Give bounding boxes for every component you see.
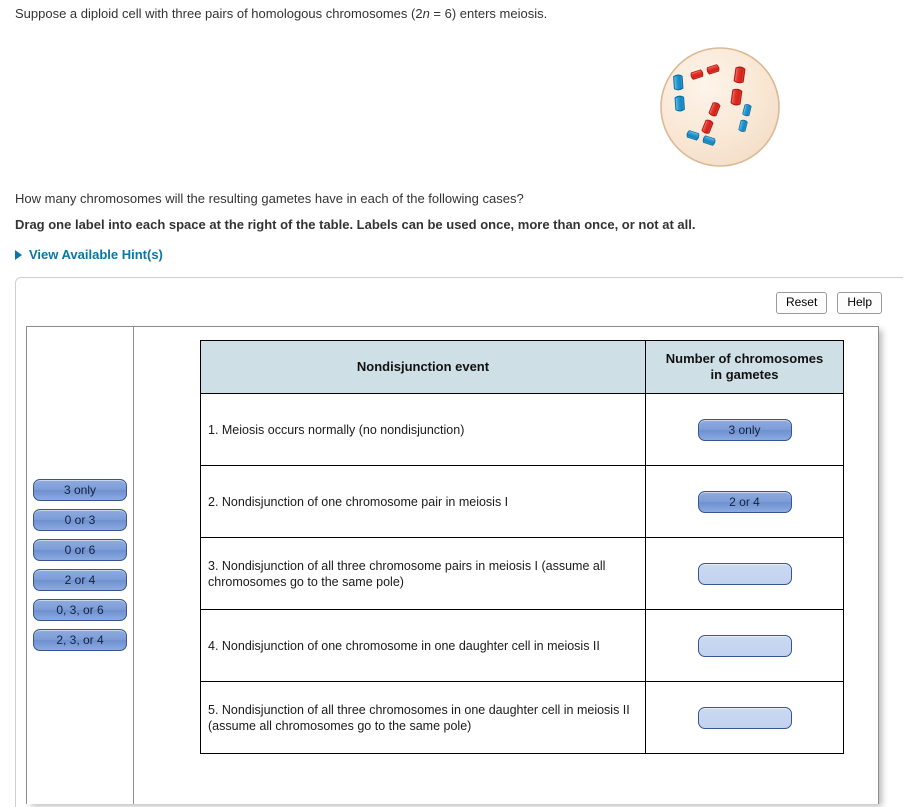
draggable-label-0-3-or-6[interactable]: 0, 3, or 6 <box>33 599 127 621</box>
answer-cell-4 <box>645 609 844 682</box>
diploid-cell-diagram <box>659 46 781 168</box>
event-cell-4: 4. Nondisjunction of one chromosome in o… <box>200 609 646 682</box>
event-cell-5: 5. Nondisjunction of all three chromosom… <box>200 681 646 754</box>
draggable-label-2-or-4[interactable]: 2 or 4 <box>33 569 127 591</box>
prompt-stem: Suppose a diploid cell with three pairs … <box>15 5 875 22</box>
column-header-nondisjunction-event: Nondisjunction event <box>200 340 646 394</box>
event-cell-2: 2. Nondisjunction of one chromosome pair… <box>200 465 646 538</box>
nondisjunction-table: Nondisjunction event Number of chromosom… <box>200 340 844 754</box>
panel-toolbar: Reset Help <box>775 292 882 314</box>
table-row: 2. Nondisjunction of one chromosome pair… <box>200 465 844 538</box>
help-button[interactable]: Help <box>837 292 882 314</box>
drag-drop-work-area: 3 only 0 or 3 0 or 6 2 or 4 0, 3, or 6 2… <box>26 326 879 804</box>
dropzone-3[interactable] <box>697 562 792 585</box>
answer-cell-1: 3 only <box>645 393 844 466</box>
prompt-stem-text-before: Suppose a diploid cell with three pairs … <box>15 6 423 21</box>
column-header-number-of-chromosomes: Number of chromosomes in gametes <box>645 340 844 394</box>
table-row: 5. Nondisjunction of all three chromosom… <box>200 681 844 754</box>
view-available-hints-toggle[interactable]: View Available Hint(s) <box>15 247 163 262</box>
question-text: How many chromosomes will the resulting … <box>15 191 524 206</box>
draggable-label-0-or-6[interactable]: 0 or 6 <box>33 539 127 561</box>
table-row: 1. Meiosis occurs normally (no nondisjun… <box>200 393 844 466</box>
event-cell-3: 3. Nondisjunction of all three chromosom… <box>200 537 646 610</box>
prompt-stem-italic-n: n <box>422 6 430 21</box>
dropzone-2[interactable]: 2 or 4 <box>697 490 792 513</box>
view-available-hints-label: View Available Hint(s) <box>29 247 163 262</box>
label-bank: 3 only 0 or 3 0 or 6 2 or 4 0, 3, or 6 2… <box>27 327 134 804</box>
draggable-label-2-3-or-4[interactable]: 2, 3, or 4 <box>33 629 127 651</box>
column-header-line1: Number of chromosomes <box>665 351 824 366</box>
table-row: 3. Nondisjunction of all three chromosom… <box>200 537 844 610</box>
reset-button[interactable]: Reset <box>775 292 828 314</box>
answer-cell-5 <box>645 681 844 754</box>
table-header-row: Nondisjunction event Number of chromosom… <box>200 340 844 394</box>
answer-cell-3 <box>645 537 844 610</box>
table-region: Nondisjunction event Number of chromosom… <box>135 327 878 804</box>
draggable-label-0-or-3[interactable]: 0 or 3 <box>33 509 127 531</box>
drag-instruction-text: Drag one label into each space at the ri… <box>15 217 696 232</box>
column-header-line2: in gametes <box>710 367 779 382</box>
answer-cell-2: 2 or 4 <box>645 465 844 538</box>
dropzone-4[interactable] <box>697 634 792 657</box>
dropzone-1[interactable]: 3 only <box>697 418 792 441</box>
prompt-stem-text-after: = 6) enters meiosis. <box>429 6 548 21</box>
chevron-right-icon <box>15 249 22 260</box>
dropzone-5[interactable] <box>697 706 792 729</box>
table-row: 4. Nondisjunction of one chromosome in o… <box>200 609 844 682</box>
event-cell-1: 1. Meiosis occurs normally (no nondisjun… <box>200 393 646 466</box>
answer-panel: Reset Help 3 only 0 or 3 0 or 6 2 or 4 0… <box>15 277 903 807</box>
draggable-label-3-only[interactable]: 3 only <box>33 479 127 501</box>
